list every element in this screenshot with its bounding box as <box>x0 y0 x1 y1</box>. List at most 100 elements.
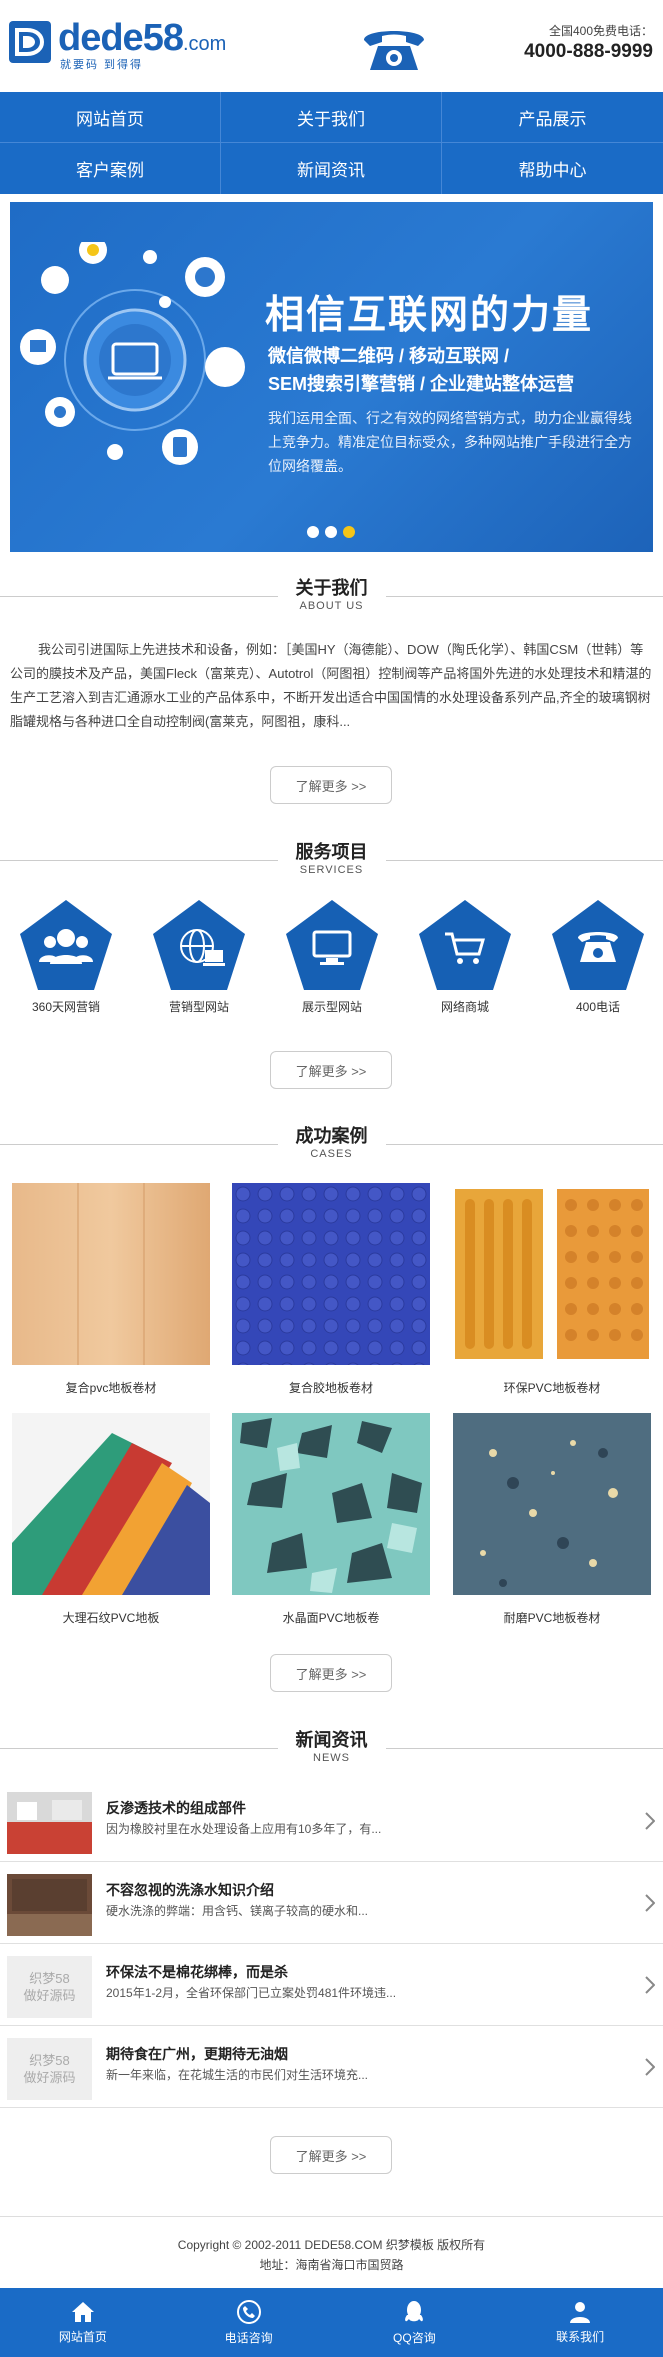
banner-illustration <box>20 242 245 465</box>
service-label: 营销型网站 <box>168 1000 229 1014</box>
case-label: 水晶面PVC地板卷 <box>282 1611 380 1625</box>
service-label: 展示型网站 <box>301 1000 362 1014</box>
case-image <box>232 1413 430 1595</box>
people-icon <box>20 900 112 990</box>
news-more-button[interactable]: 了解更多 >> <box>270 2136 392 2174</box>
news-thumbnail-placeholder: 织梦58 做好源码 <box>7 2038 92 2100</box>
case-image <box>12 1413 210 1595</box>
case-label: 大理石纹PVC地板 <box>62 1611 160 1625</box>
tab-label: 电话咨询 <box>224 2331 273 2345</box>
slider-dots <box>307 526 355 538</box>
service-item[interactable]: 营销型网站 <box>139 898 259 1015</box>
section-title: 服务项目 <box>295 842 368 862</box>
phone-icon <box>236 2300 261 2324</box>
news-item[interactable]: 织梦58 做好源码 期待食在广州，更期待无油烟 新一年来临，在花城生活的市民们对… <box>0 2028 663 2108</box>
about-more-button[interactable]: 了解更多 >> <box>270 766 392 804</box>
banner-title: 相信互联网的力量 <box>265 293 594 338</box>
tab-label: QQ咨询 <box>393 2331 436 2345</box>
case-item[interactable]: 水晶面PVC地板卷 <box>232 1413 430 1626</box>
banner-slider[interactable]: 相信互联网的力量 微信微博二维码 / 移动互联网 / SEM搜索引擎营销 / 企… <box>10 202 653 552</box>
news-item[interactable]: 不容忽视的洗涤水知识介绍 硬水洗涤的弊端：用含钙、镁离子较高的硬水和... <box>0 1864 663 1944</box>
telephone-icon <box>552 900 644 990</box>
section-title: 成功案例 <box>295 1126 368 1146</box>
bottom-tab-bar: 网站首页 电话咨询 QQ咨询 联系我们 <box>0 2288 663 2357</box>
banner-subtitle-2: SEM搜索引擎营销 / 企业建站整体运营 <box>268 374 575 394</box>
services-list: 360天网营销 营销型网站 展示型网站 网络商城 400电话 <box>0 898 663 1018</box>
case-item[interactable]: 耐磨PVC地板卷材 <box>453 1413 651 1626</box>
logo[interactable]: dede58.com 就要码 到得得 <box>8 17 238 71</box>
brand-name: dede58 <box>58 17 184 59</box>
home-icon <box>71 2302 94 2322</box>
case-label: 复合pvc地板卷材 <box>65 1381 157 1395</box>
service-label: 400电话 <box>575 1000 621 1014</box>
banner-description: 我们运用全面、行之有效的网络营销方式，助力企业赢得线上竞争力。精准定位目标受众，… <box>268 410 632 474</box>
tab-phone[interactable]: 电话咨询 <box>166 2288 332 2357</box>
hotline-number[interactable]: 4000-888-9999 <box>524 41 653 63</box>
nav-item-cases[interactable]: 客户案例 <box>0 143 221 194</box>
tab-label: 网站首页 <box>58 2330 107 2344</box>
nav-item-help[interactable]: 帮助中心 <box>442 143 663 194</box>
brand-slogan: 就要码 到得得 <box>60 59 144 71</box>
nav-item-home[interactable]: 网站首页 <box>0 92 221 143</box>
header: dede58.com 就要码 到得得 全国400免费电话： 4000-888-9… <box>0 0 663 92</box>
slider-dot[interactable] <box>325 526 337 538</box>
nav-item-news[interactable]: 新闻资讯 <box>221 143 442 194</box>
case-item[interactable]: 大理石纹PVC地板 <box>12 1413 210 1626</box>
user-icon <box>570 2302 591 2323</box>
case-label: 耐磨PVC地板卷材 <box>503 1611 601 1625</box>
telephone-icon <box>364 31 424 70</box>
section-title: 新闻资讯 <box>295 1730 368 1750</box>
slider-dot[interactable] <box>307 526 319 538</box>
chevron-right-icon <box>645 1812 655 1830</box>
tab-qq[interactable]: QQ咨询 <box>332 2288 498 2357</box>
news-title: 期待食在广州，更期待无油烟 <box>106 2046 288 2062</box>
tab-home[interactable]: 网站首页 <box>0 2288 166 2357</box>
services-section-header: 服务项目 SERVICES <box>0 838 663 878</box>
news-summary: 新一年来临，在花城生活的市民们对生活环境充... <box>106 2068 369 2082</box>
nav-item-about[interactable]: 关于我们 <box>221 92 442 143</box>
case-image <box>453 1183 651 1365</box>
case-item[interactable]: 环保PVC地板卷材 <box>453 1183 651 1396</box>
copyright: Copyright © 2002-2011 DEDE58.COM 织梦模板 版权… <box>177 2238 486 2252</box>
nav-item-products[interactable]: 产品展示 <box>442 92 663 143</box>
main-nav: 网站首页 关于我们 产品展示 客户案例 新闻资讯 帮助中心 <box>0 92 663 194</box>
placeholder-text: 做好源码 <box>23 1988 76 2003</box>
section-subtitle: ABOUT US <box>299 600 364 612</box>
section-title: 关于我们 <box>295 578 368 598</box>
chevron-right-icon <box>645 2058 655 2076</box>
chevron-right-icon <box>645 1894 655 1912</box>
service-item[interactable]: 网络商城 <box>405 898 525 1015</box>
news-item[interactable]: 织梦58 做好源码 环保法不是棉花绑棒，而是杀 2015年1-2月，全省环保部门… <box>0 1946 663 2026</box>
service-item[interactable]: 展示型网站 <box>272 898 392 1015</box>
cases-more-button[interactable]: 了解更多 >> <box>270 1654 392 1692</box>
service-item[interactable]: 360天网营销 <box>6 898 126 1015</box>
service-label: 360天网营销 <box>31 1000 101 1014</box>
placeholder-text: 织梦58 <box>29 2053 70 2068</box>
case-label: 复合胶地板卷材 <box>288 1381 373 1395</box>
service-item[interactable]: 400电话 <box>538 898 658 1015</box>
news-title: 环保法不是棉花绑棒，而是杀 <box>106 1964 288 1980</box>
banner-subtitle-1: 微信微博二维码 / 移动互联网 / <box>268 346 510 366</box>
news-title: 不容忽视的洗涤水知识介绍 <box>106 1882 274 1898</box>
case-image <box>12 1183 210 1365</box>
news-summary: 因为橡胶衬里在水处理设备上应用有10多年了，有... <box>106 1822 382 1836</box>
news-title: 反渗透技术的组成部件 <box>106 1800 246 1816</box>
qq-icon <box>405 2301 424 2322</box>
tab-label: 联系我们 <box>556 2330 605 2344</box>
case-item[interactable]: 复合pvc地板卷材 <box>12 1183 210 1396</box>
news-section-header: 新闻资讯 NEWS <box>0 1726 663 1766</box>
slider-dot-active[interactable] <box>343 526 355 538</box>
hotline: 全国400免费电话： 4000-888-9999 <box>524 22 653 63</box>
cases-section-header: 成功案例 CASES <box>0 1122 663 1162</box>
service-label: 网络商城 <box>440 1000 489 1014</box>
news-thumbnail-placeholder: 织梦58 做好源码 <box>7 1956 92 2018</box>
section-subtitle: CASES <box>310 1148 353 1160</box>
about-text: 我公司引进国际上先进技术和设备，例如：［美国HY（海德能）、DOW（陶氏化学）、… <box>10 642 652 729</box>
tab-contact[interactable]: 联系我们 <box>497 2288 663 2357</box>
case-item[interactable]: 复合胶地板卷材 <box>232 1183 430 1396</box>
logo-mark-icon <box>9 21 51 63</box>
news-item[interactable]: 反渗透技术的组成部件 因为橡胶衬里在水处理设备上应用有10多年了，有... <box>0 1782 663 1862</box>
case-image <box>453 1413 651 1595</box>
case-label: 环保PVC地板卷材 <box>503 1381 601 1395</box>
services-more-button[interactable]: 了解更多 >> <box>270 1051 392 1089</box>
